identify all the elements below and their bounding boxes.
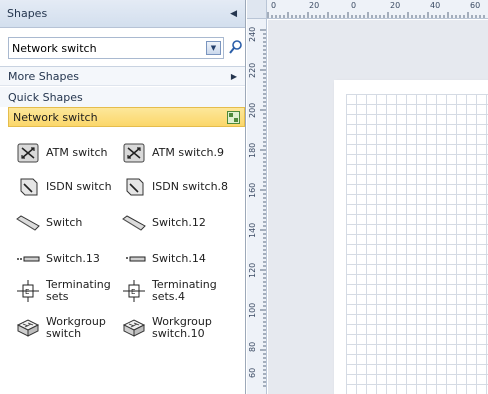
shape-terminating-sets[interactable]: E Terminating sets xyxy=(16,278,111,303)
vertical-ruler[interactable]: 240 220 200 180 160 140 120 100 80 60 xyxy=(247,0,267,394)
switch-icon xyxy=(16,211,40,235)
more-shapes-label: More Shapes xyxy=(8,69,79,83)
terminating-set-icon: E xyxy=(16,279,40,303)
ruler-tick-label: 140 xyxy=(248,222,257,238)
shape-label: Switch.13 xyxy=(46,252,100,265)
ruler-tick-label: 0 xyxy=(351,1,357,10)
shape-search-box: ▼ xyxy=(8,37,224,59)
shape-search-row: ▼ xyxy=(8,37,244,61)
shape-label: ISDN switch.8 xyxy=(152,180,229,193)
shape-label: Switch xyxy=(46,216,83,229)
shape-atm-switch[interactable]: ATM switch xyxy=(16,141,108,165)
stencil-tab-network-switch[interactable]: Network switch xyxy=(8,107,245,127)
workgroup-switch-icon xyxy=(16,316,40,340)
workgroup-switch-icon xyxy=(122,316,146,340)
stencil-shapes-grid: ATM switch ATM switch.9 ISDN switch ISDN… xyxy=(0,133,245,394)
drawing-canvas[interactable] xyxy=(268,20,488,394)
search-history-dropdown[interactable]: ▼ xyxy=(206,41,221,55)
ruler-tick-label: 40 xyxy=(430,1,441,10)
isdn-switch-icon xyxy=(122,175,146,199)
shape-isdn-switch[interactable]: ISDN switch xyxy=(16,175,112,199)
shapes-pane: Shapes ◀ ▼ More Shapes ▶ Quick Shapes Ne… xyxy=(0,0,246,394)
shape-label: Terminating sets xyxy=(46,278,111,303)
terminating-set-icon: E xyxy=(122,279,146,303)
shape-search-input[interactable] xyxy=(9,38,205,58)
isdn-switch-icon xyxy=(16,175,40,199)
shape-switch-14[interactable]: Switch.14 xyxy=(122,247,206,271)
stencil-tab-label: Network switch xyxy=(13,110,98,124)
ruler-tick-label: 160 xyxy=(248,182,257,198)
atm-switch-icon xyxy=(122,141,146,165)
ruler-tick-label: 80 xyxy=(248,341,257,352)
shape-label: Switch.14 xyxy=(152,252,206,265)
ruler-corner xyxy=(247,0,267,19)
shape-label: Terminating sets.4 xyxy=(152,278,217,303)
ruler-tick-label: 60 xyxy=(470,1,481,10)
ruler-tick-label: 180 xyxy=(248,142,257,158)
shape-switch[interactable]: Switch xyxy=(16,211,82,235)
ruler-tick-label: 20 xyxy=(390,1,401,10)
switch-flat-icon xyxy=(16,247,40,271)
shape-terminating-sets-4[interactable]: E Terminating sets.4 xyxy=(122,278,217,303)
switch-flat-icon xyxy=(122,247,146,271)
search-icon[interactable] xyxy=(229,39,243,55)
ruler-tick-label: 200 xyxy=(248,102,257,118)
page-grid xyxy=(346,94,488,394)
shape-isdn-switch-8[interactable]: ISDN switch.8 xyxy=(122,175,228,199)
collapse-pane-icon[interactable]: ◀ xyxy=(230,9,237,19)
horizontal-ruler[interactable]: 0 20 0 20 40 60 xyxy=(247,0,488,19)
svg-text:E: E xyxy=(25,288,29,296)
svg-text:E: E xyxy=(131,288,135,296)
shapes-pane-title: Shapes xyxy=(7,7,48,20)
shape-atm-switch-9[interactable]: ATM switch.9 xyxy=(122,141,224,165)
shape-switch-13[interactable]: Switch.13 xyxy=(16,247,100,271)
shape-switch-12[interactable]: Switch.12 xyxy=(122,211,206,235)
shape-workgroup-switch-10[interactable]: Workgroup switch.10 xyxy=(122,316,216,340)
ruler-tick-label: 120 xyxy=(248,262,257,278)
quick-shapes-item[interactable]: Quick Shapes xyxy=(0,87,245,107)
shape-label: Workgroup switch xyxy=(46,315,106,340)
ruler-tick-label: 100 xyxy=(248,302,257,318)
more-shapes-menu[interactable]: More Shapes ▶ xyxy=(0,66,245,86)
shapes-pane-header: Shapes ◀ xyxy=(0,0,245,28)
shape-label: ISDN switch xyxy=(46,180,112,193)
chevron-right-icon: ▶ xyxy=(230,71,237,81)
drawing-page[interactable] xyxy=(334,80,488,394)
ruler-tick-label: 220 xyxy=(248,62,257,78)
atm-switch-icon xyxy=(16,141,40,165)
quick-shapes-label: Quick Shapes xyxy=(8,90,83,104)
shape-label: ATM switch xyxy=(46,146,108,159)
ruler-tick-label: 60 xyxy=(248,367,257,378)
ruler-tick-label: 240 xyxy=(248,26,257,42)
switch-icon xyxy=(122,211,146,235)
shape-workgroup-switch[interactable]: Workgroup switch xyxy=(16,315,106,340)
horizontal-ruler-ticks xyxy=(267,12,485,18)
ruler-tick-label: 20 xyxy=(309,1,320,10)
shape-label: Workgroup switch.10 xyxy=(152,315,212,340)
search-results-stencil-icon[interactable] xyxy=(227,110,240,124)
shape-label: ATM switch.9 xyxy=(152,146,224,159)
ruler-tick-label: 0 xyxy=(271,1,277,10)
shape-label: Switch.12 xyxy=(152,216,206,229)
